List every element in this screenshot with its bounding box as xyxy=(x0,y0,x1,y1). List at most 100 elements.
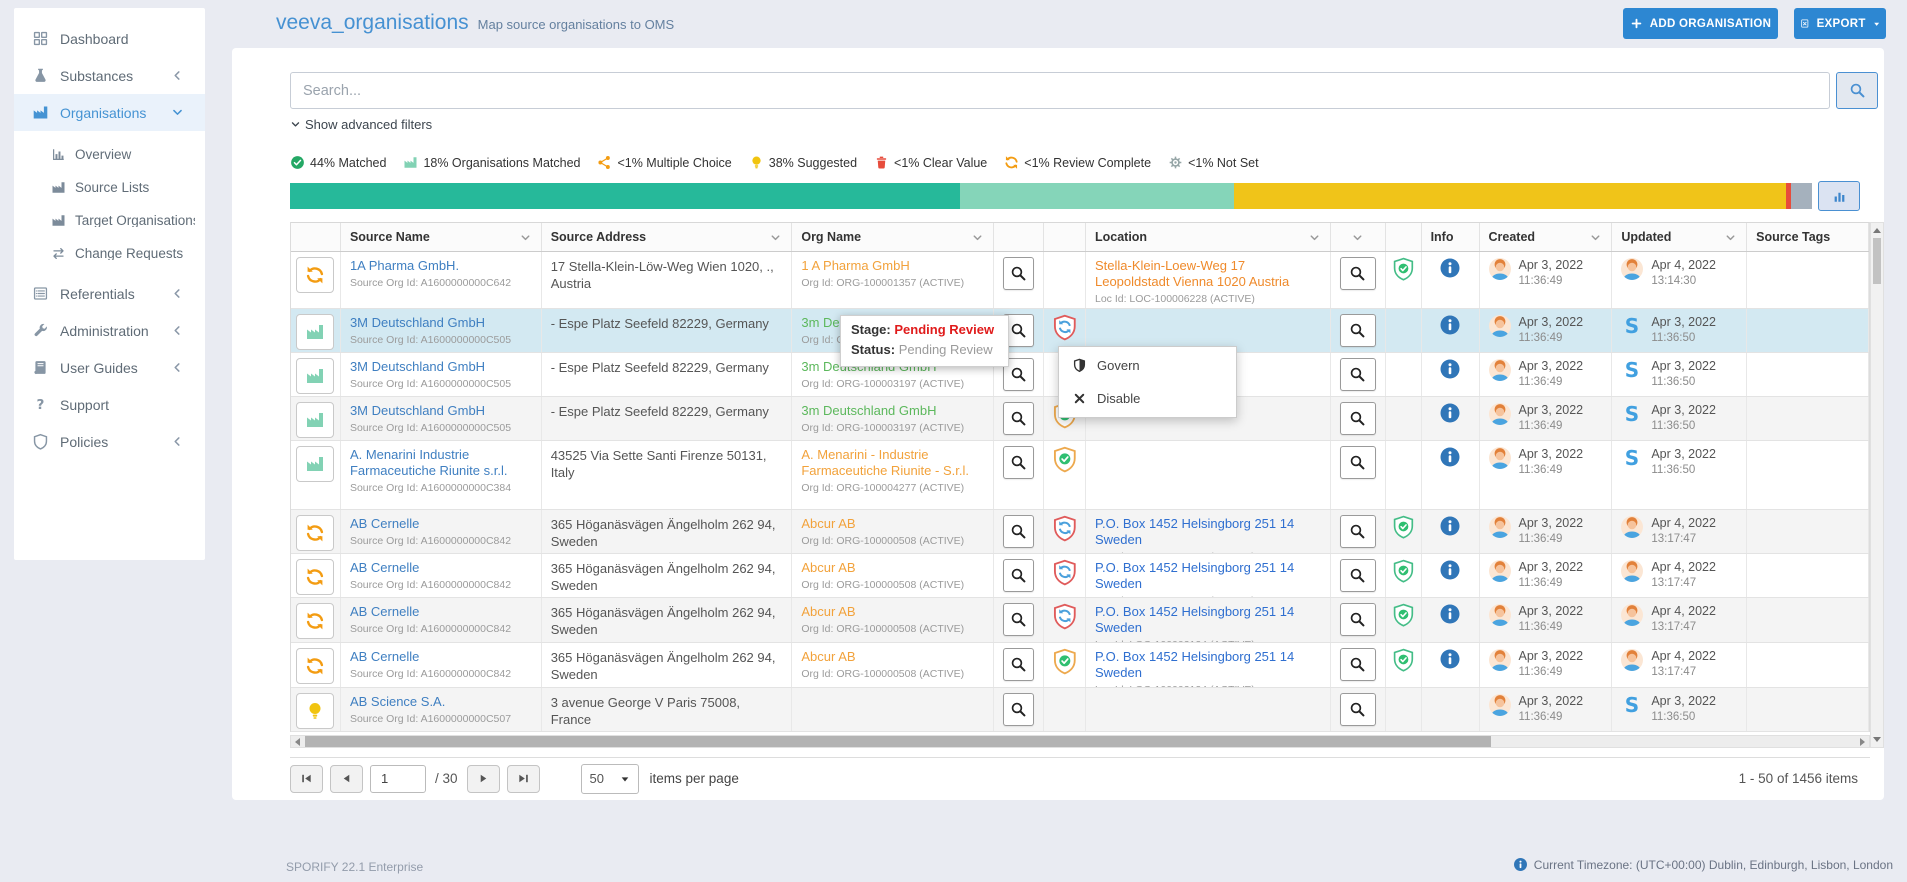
sort-chevron-icon[interactable] xyxy=(1308,231,1321,244)
sort-chevron-icon[interactable] xyxy=(769,231,782,244)
org-name-link[interactable]: Abcur AB xyxy=(801,649,855,665)
horizontal-scrollbar[interactable] xyxy=(290,735,1870,748)
org-name-link[interactable]: Abcur AB xyxy=(801,516,855,532)
location-search-button[interactable] xyxy=(1340,314,1376,347)
scroll-up-arrow[interactable] xyxy=(1871,224,1883,237)
location-mapping-shield-icon[interactable] xyxy=(1392,648,1415,673)
refresh-status-button[interactable] xyxy=(296,648,334,684)
location-search-button[interactable] xyxy=(1340,358,1376,391)
location-link[interactable]: Stella-Klein-Loew-Weg 17 Leopoldstadt Vi… xyxy=(1095,258,1321,290)
refresh-status-button[interactable] xyxy=(296,515,334,551)
source-name-link[interactable]: AB Cernelle xyxy=(350,649,419,665)
org-search-button[interactable] xyxy=(1003,402,1034,435)
column-header-location[interactable]: Location xyxy=(1086,223,1331,251)
org-mapping-shield-icon[interactable] xyxy=(1052,446,1078,474)
vertical-scroll-thumb[interactable] xyxy=(1873,238,1881,284)
location-mapping-shield-icon[interactable] xyxy=(1392,559,1415,584)
sidebar-item-source-lists[interactable]: Source Lists xyxy=(14,172,205,202)
info-icon[interactable] xyxy=(1439,648,1461,670)
org-search-button[interactable] xyxy=(1003,693,1034,726)
refresh-status-button[interactable] xyxy=(296,603,334,639)
sort-chevron-icon[interactable] xyxy=(971,231,984,244)
factory-status-button[interactable] xyxy=(296,446,334,482)
table-row[interactable]: 1A Pharma GmbH.Source Org Id: A160000000… xyxy=(291,252,1869,309)
source-name-link[interactable]: 3M Deutschland GmbH xyxy=(350,359,485,375)
org-search-button[interactable] xyxy=(1003,446,1034,479)
vertical-scrollbar[interactable] xyxy=(1870,222,1884,748)
location-search-button[interactable] xyxy=(1340,257,1376,290)
location-search-button[interactable] xyxy=(1340,693,1376,726)
sidebar-item-support[interactable]: ?Support xyxy=(14,386,205,423)
search-input[interactable] xyxy=(290,72,1830,109)
org-name-link[interactable]: A. Menarini - Industrie Farmaceutiche Ri… xyxy=(801,447,984,479)
location-mapping-shield-icon[interactable] xyxy=(1392,257,1415,282)
location-link[interactable]: P.O. Box 1452 Helsingborg 251 14 Sweden xyxy=(1095,649,1321,681)
next-page-button[interactable] xyxy=(467,765,500,793)
location-search-button[interactable] xyxy=(1340,402,1376,435)
org-name-link[interactable]: Abcur AB xyxy=(801,560,855,576)
items-per-page-select[interactable]: 50 xyxy=(581,764,639,794)
column-header-info[interactable]: Info xyxy=(1422,223,1480,251)
export-button[interactable]: EXPORT xyxy=(1794,8,1886,39)
location-search-button[interactable] xyxy=(1340,515,1376,548)
org-mapping-shield-icon[interactable] xyxy=(1052,314,1078,342)
location-search-button[interactable] xyxy=(1340,446,1376,479)
source-name-link[interactable]: A. Menarini Industrie Farmaceutiche Riun… xyxy=(350,447,532,479)
factory-status-button[interactable] xyxy=(296,314,334,350)
org-mapping-shield-icon[interactable] xyxy=(1052,559,1078,587)
column-header-address[interactable]: Source Address xyxy=(542,223,793,251)
info-icon[interactable] xyxy=(1439,603,1461,625)
sidebar-item-overview[interactable]: Overview xyxy=(14,139,205,169)
column-header-shield2[interactable] xyxy=(1386,223,1422,251)
horizontal-scroll-thumb[interactable] xyxy=(305,736,1491,747)
table-row[interactable]: AB CernelleSource Org Id: A1600000000C84… xyxy=(291,598,1869,643)
sidebar-item-organisations[interactable]: Organisations xyxy=(14,94,205,131)
source-name-link[interactable]: 3M Deutschland GmbH xyxy=(350,403,485,419)
org-search-button[interactable] xyxy=(1003,603,1034,636)
org-search-button[interactable] xyxy=(1003,515,1034,548)
sort-chevron-icon[interactable] xyxy=(1724,231,1737,244)
org-search-button[interactable] xyxy=(1003,257,1034,290)
org-name-link[interactable]: 1 A Pharma GmbH xyxy=(801,258,909,274)
location-search-button[interactable] xyxy=(1340,559,1376,592)
location-mapping-shield-icon[interactable] xyxy=(1392,515,1415,540)
source-name-link[interactable]: AB Cernelle xyxy=(350,516,419,532)
sidebar-item-target-organisations[interactable]: Target Organisations xyxy=(14,205,205,235)
column-header-updated[interactable]: Updated xyxy=(1612,223,1747,251)
table-row[interactable]: AB CernelleSource Org Id: A1600000000C84… xyxy=(291,510,1869,554)
source-name-link[interactable]: 3M Deutschland GmbH xyxy=(350,315,485,331)
menu-item-disable[interactable]: Disable xyxy=(1059,382,1236,415)
chart-toggle-button[interactable] xyxy=(1818,181,1860,211)
table-row[interactable]: AB CernelleSource Org Id: A1600000000C84… xyxy=(291,643,1869,688)
sidebar-item-administration[interactable]: Administration xyxy=(14,312,205,349)
source-name-link[interactable]: AB Cernelle xyxy=(350,604,419,620)
column-header-search1[interactable] xyxy=(994,223,1044,251)
factory-status-button[interactable] xyxy=(296,358,334,394)
sort-chevron-icon[interactable] xyxy=(519,231,532,244)
info-icon[interactable] xyxy=(1439,402,1461,424)
org-name-link[interactable]: 3m Deutschland GmbH xyxy=(801,403,936,419)
info-icon[interactable] xyxy=(1439,358,1461,380)
sort-chevron-icon[interactable] xyxy=(1351,231,1364,244)
column-header-created[interactable]: Created xyxy=(1480,223,1613,251)
location-link[interactable]: P.O. Box 1452 Helsingborg 251 14 Sweden xyxy=(1095,604,1321,636)
previous-page-button[interactable] xyxy=(330,765,363,793)
location-search-button[interactable] xyxy=(1340,648,1376,681)
search-button[interactable] xyxy=(1836,72,1878,109)
info-icon[interactable] xyxy=(1439,257,1461,279)
sidebar-item-policies[interactable]: Policies xyxy=(14,423,205,460)
last-page-button[interactable] xyxy=(507,765,540,793)
scroll-left-arrow[interactable] xyxy=(291,736,304,747)
info-icon[interactable] xyxy=(1439,559,1461,581)
column-header-org[interactable]: Org Name xyxy=(792,223,994,251)
first-page-button[interactable] xyxy=(290,765,323,793)
source-name-link[interactable]: 1A Pharma GmbH. xyxy=(350,258,459,274)
column-header-shield1[interactable] xyxy=(1044,223,1086,251)
sidebar-item-referentials[interactable]: Referentials xyxy=(14,275,205,312)
org-mapping-shield-icon[interactable] xyxy=(1052,648,1078,676)
location-link[interactable]: P.O. Box 1452 Helsingborg 251 14 Sweden xyxy=(1095,560,1321,592)
location-link[interactable]: P.O. Box 1452 Helsingborg 251 14 Sweden xyxy=(1095,516,1321,548)
refresh-status-button[interactable] xyxy=(296,559,334,595)
table-row[interactable]: AB Science S.A.Source Org Id: A160000000… xyxy=(291,688,1869,732)
sidebar-item-user-guides[interactable]: User Guides xyxy=(14,349,205,386)
